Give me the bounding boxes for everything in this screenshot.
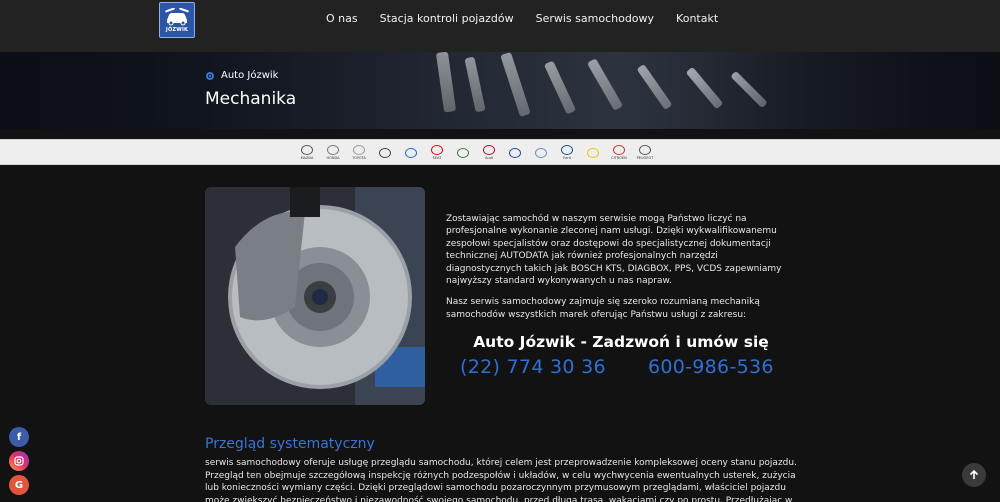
- mercedes-logo-icon: [379, 147, 391, 158]
- car-wrench-icon: [165, 7, 189, 25]
- brand-label: Audi: [485, 156, 493, 160]
- brand-logo-toyota: TOYOTA: [349, 144, 369, 161]
- brand-label: PEUGEOT: [636, 156, 654, 160]
- nav-link-stacja-kontroli[interactable]: Stacja kontroli pojazdów: [380, 12, 514, 25]
- nav-link-o-nas[interactable]: O nas: [326, 12, 358, 25]
- brand-logo-renault: [583, 144, 603, 161]
- intro-text: Zostawiając samochód w naszym serwisie m…: [446, 213, 786, 330]
- logo-text: JÓZWIK: [165, 26, 189, 33]
- renault-logo-icon: [587, 147, 599, 158]
- phone-link-mobile[interactable]: 600-986-536: [648, 356, 774, 378]
- volkswagen-logo-icon: [509, 147, 521, 158]
- brand-logo-volvo: [531, 144, 551, 161]
- intro-paragraph: Nasz serwis samochodowy zajmuje się szer…: [446, 297, 760, 320]
- breadcrumb: Auto Józwik: [205, 70, 278, 81]
- brand-logos-strip: MAZDA HONDA TOYOTA SEAT Audi Ford CITROËN PEUGE…: [0, 139, 1000, 165]
- page-title: Mechanika: [205, 89, 297, 109]
- intro-paragraph: Zostawiając samochód w naszym serwisie m…: [446, 214, 782, 287]
- brand-label: SEAT: [432, 156, 442, 160]
- peugeot-logo-icon: [639, 145, 651, 155]
- brand-logos-row: MAZDA HONDA TOYOTA SEAT Audi Ford CITROËN PEUGE…: [297, 144, 655, 161]
- main-nav: O nas Stacja kontroli pojazdów Serwis sa…: [326, 12, 718, 25]
- section-text: serwis samochodowy oferuje usługę przegl…: [205, 458, 797, 502]
- audi-logo-icon: [483, 145, 495, 155]
- toyota-logo-icon: [353, 145, 365, 155]
- brand-label: MAZDA: [300, 156, 314, 160]
- mazda-logo-icon: [301, 145, 313, 155]
- brand-logo-bmw: [401, 144, 421, 161]
- citroen-logo-icon: [613, 145, 625, 155]
- brand-logo-peugeot: PEUGEOT: [635, 144, 655, 161]
- nav-link-kontakt[interactable]: Kontakt: [676, 12, 718, 25]
- cta-heading: Auto Józwik - Zadzwoń i umów się: [473, 333, 769, 351]
- brand-logo-seat: SEAT: [427, 144, 447, 161]
- brand-logo-volkswagen: [505, 144, 525, 161]
- google-icon[interactable]: G: [9, 475, 29, 495]
- brake-disc-photo: [205, 187, 425, 405]
- honda-logo-icon: [327, 145, 339, 155]
- brand-label: HONDA: [326, 156, 340, 160]
- bmw-logo-icon: [405, 147, 417, 158]
- hero-banner: Auto Józwik Mechanika: [0, 52, 1000, 129]
- instagram-icon[interactable]: [9, 451, 29, 471]
- nav-link-serwis[interactable]: Serwis samochodowy: [536, 12, 654, 25]
- volvo-logo-icon: [535, 147, 547, 158]
- breadcrumb-item[interactable]: Auto Józwik: [221, 70, 278, 81]
- ford-logo-icon: [561, 145, 573, 155]
- gear-icon: [206, 71, 214, 80]
- brand-label: TOYOTA: [352, 156, 366, 160]
- facebook-icon[interactable]: f: [9, 427, 29, 447]
- site-logo[interactable]: JÓZWIK: [159, 2, 195, 38]
- brand-logo-audi: Audi: [479, 144, 499, 161]
- scroll-to-top-button[interactable]: [962, 463, 986, 487]
- brand-logo-ford: Ford: [557, 144, 577, 161]
- site-header: JÓZWIK O nas Stacja kontroli pojazdów Se…: [0, 0, 1000, 52]
- brand-label: Ford: [563, 156, 571, 160]
- skoda-logo-icon: [457, 147, 469, 158]
- brand-logo-skoda: [453, 144, 473, 161]
- brand-logo-citroen: CITROËN: [609, 144, 629, 161]
- brand-logo-mazda: MAZDA: [297, 144, 317, 161]
- phone-link-landline[interactable]: (22) 774 30 36: [460, 356, 606, 378]
- phone-numbers: (22) 774 30 36 600-986-536: [460, 356, 774, 378]
- section-heading: Przegląd systematyczny: [205, 436, 375, 452]
- brand-label: CITROËN: [611, 156, 627, 160]
- brand-logo-mercedes: [375, 144, 395, 161]
- seat-logo-icon: [431, 145, 443, 155]
- brand-logo-honda: HONDA: [323, 144, 343, 161]
- arrow-up-icon: [969, 470, 979, 479]
